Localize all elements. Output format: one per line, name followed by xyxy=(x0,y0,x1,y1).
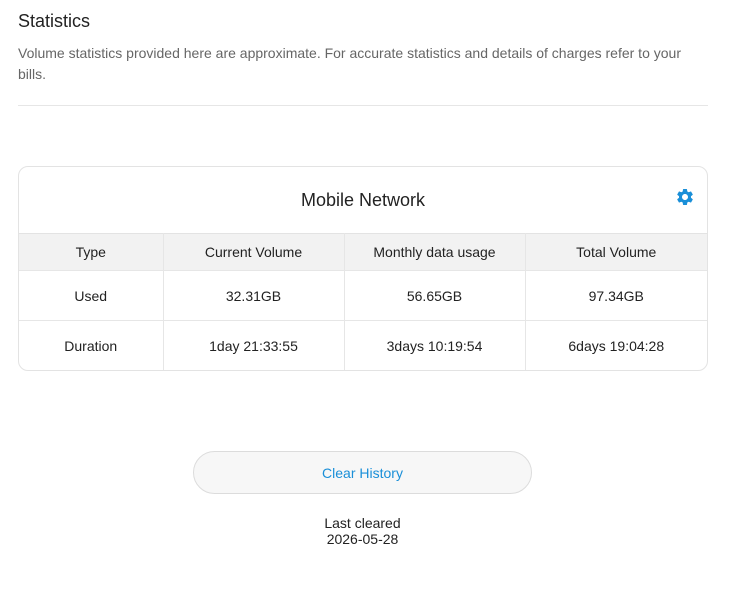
last-cleared-label: Last cleared xyxy=(324,515,401,531)
card-title: Mobile Network xyxy=(300,189,426,210)
table-header-row: Type Current Volume Monthly data usage T… xyxy=(19,233,707,271)
gear-icon[interactable] xyxy=(675,187,695,207)
table-row: Used 32.31GB 56.65GB 97.34GB xyxy=(19,270,707,321)
clear-history-button[interactable]: Clear History xyxy=(193,451,532,494)
table-cell: 32.31GB xyxy=(162,270,344,321)
table-cell: 1day 21:33:55 xyxy=(162,320,344,370)
gear-icon-svg xyxy=(677,189,693,205)
card-header: Mobile Network xyxy=(19,167,707,233)
table-row: Duration 1day 21:33:55 3days 10:19:54 6d… xyxy=(19,320,707,370)
header-total-volume: Total Volume xyxy=(524,233,707,271)
statistics-table: Type Current Volume Monthly data usage T… xyxy=(19,233,707,370)
table-cell: 6days 19:04:28 xyxy=(524,320,707,370)
table-cell: Used xyxy=(74,287,108,304)
page-description: Volume statistics provided here are appr… xyxy=(18,45,681,82)
table-cell: Duration xyxy=(64,337,118,354)
header-current-volume: Current Volume xyxy=(162,233,344,271)
table-cell: 56.65GB xyxy=(343,270,525,321)
header-monthly-data-usage: Monthly data usage xyxy=(343,233,525,271)
divider xyxy=(18,105,708,106)
last-cleared-date: 2026-05-28 xyxy=(326,531,399,547)
table-cell: 97.34GB xyxy=(524,270,707,321)
page-title: Statistics xyxy=(18,11,91,31)
last-cleared: Last cleared 2026-05-28 xyxy=(193,515,532,547)
table-cell: 3days 10:19:54 xyxy=(343,320,525,370)
mobile-network-card: Mobile Network Type Current Volume Month… xyxy=(18,166,708,371)
header-type: Type xyxy=(75,244,106,260)
